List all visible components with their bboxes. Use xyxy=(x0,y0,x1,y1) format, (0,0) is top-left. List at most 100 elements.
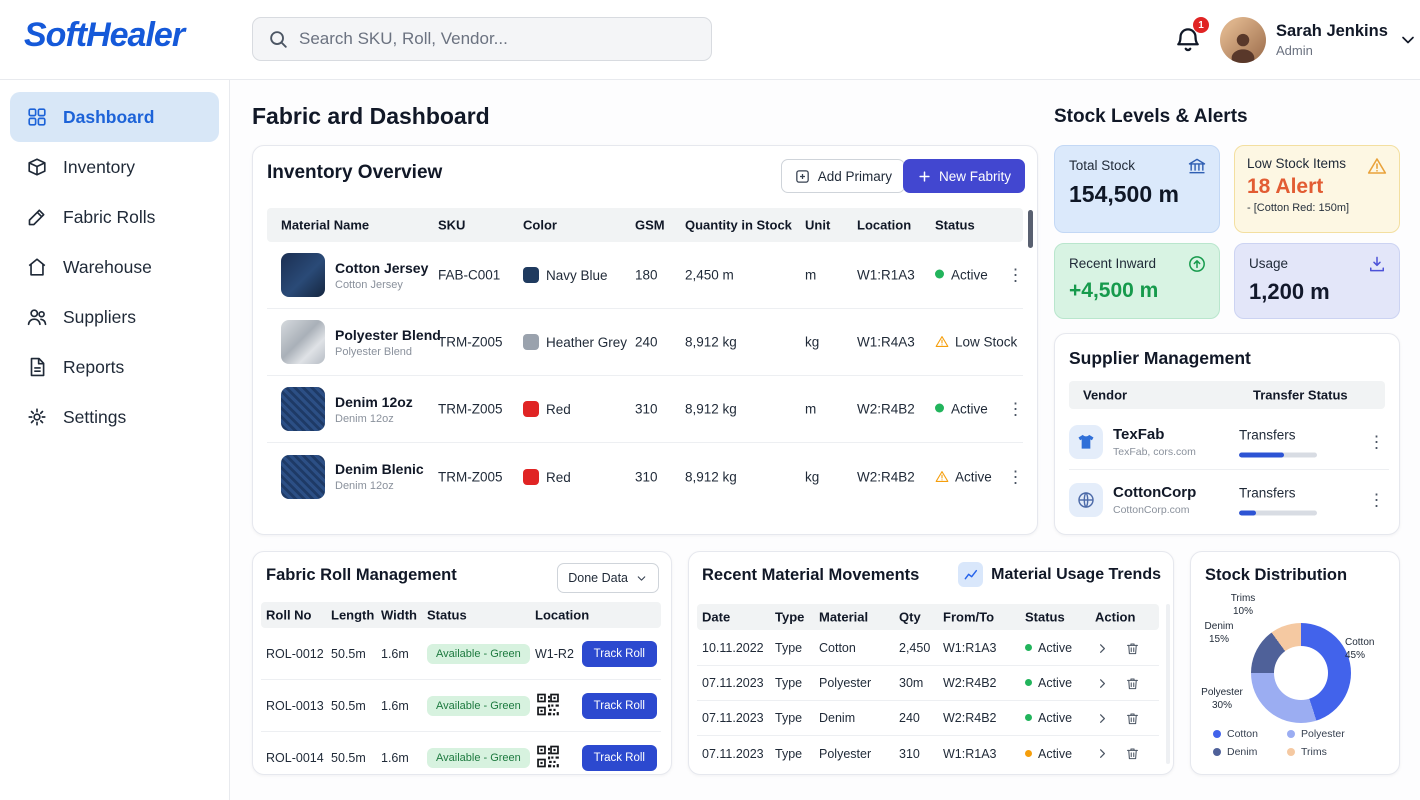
column-header: Unit xyxy=(805,218,830,233)
movement-material: Polyester xyxy=(819,676,871,690)
sidebar-item-label: Suppliers xyxy=(63,307,136,328)
transfer-label: Transfers xyxy=(1239,427,1296,442)
row-menu-button[interactable]: ⋮ xyxy=(1368,433,1385,450)
transfer-progress-bar xyxy=(1239,452,1317,457)
sidebar-item-label: Fabric Rolls xyxy=(63,207,155,228)
table-row: ROL-0012 50.5m 1.6m Available - Green W1… xyxy=(261,628,661,680)
column-header: Date xyxy=(702,610,730,625)
column-header: Width xyxy=(381,608,417,623)
table-row: Denim Blenic Denim 12oz TRM-Z005 Red 310… xyxy=(267,443,1023,510)
location-value: W2:R4B2 xyxy=(857,402,915,417)
stat-value: +4,500 m xyxy=(1069,279,1205,303)
document-icon xyxy=(26,356,48,378)
movement-type: Type xyxy=(775,676,802,690)
transfer-progress-bar xyxy=(1239,511,1317,516)
vendor-subtitle: TexFab, cors.com xyxy=(1113,446,1196,458)
expand-row-button[interactable] xyxy=(1095,746,1110,762)
delete-row-button[interactable] xyxy=(1125,675,1140,691)
table-row: 07.11.2023 Type Denim 240 W2:R4B2 Active xyxy=(697,701,1159,736)
movement-fromto: W1:R1A3 xyxy=(943,747,997,761)
chart-legend: Cotton Polyester Denim Trims xyxy=(1213,728,1383,758)
add-primary-label: Add Primary xyxy=(818,169,892,184)
color-name: Navy Blue xyxy=(546,268,608,283)
row-menu-button[interactable]: ⋮ xyxy=(1368,492,1385,509)
fabric-thumbnail xyxy=(281,455,325,499)
table-scrollbar[interactable] xyxy=(1166,604,1170,764)
location-value: W1:R1A3 xyxy=(857,268,915,283)
sku-value: TRM-Z005 xyxy=(438,469,503,484)
donut-label-polyester: Polyester30% xyxy=(1193,686,1251,712)
chevron-right-icon xyxy=(1095,711,1110,726)
movement-fromto: W2:R4B2 xyxy=(943,676,997,690)
roll-length: 50.5m xyxy=(331,751,366,765)
color-name: Red xyxy=(546,402,571,417)
material-usage-trends-link[interactable]: Material Usage Trends xyxy=(958,562,1161,587)
sidebar-item-reports[interactable]: Reports xyxy=(10,342,219,392)
column-header: Status xyxy=(1025,610,1065,625)
sidebar-item-suppliers[interactable]: Suppliers xyxy=(10,292,219,342)
table-row: Polyester Blend Polyester Blend TRM-Z005… xyxy=(267,309,1023,376)
sidebar-item-dashboard[interactable]: Dashboard xyxy=(10,92,219,142)
sidebar-item-inventory[interactable]: Inventory xyxy=(10,142,219,192)
column-header: Type xyxy=(775,610,804,625)
new-fabric-button[interactable]: New Fabrity xyxy=(903,159,1025,193)
card-title: Supplier Management xyxy=(1069,348,1251,369)
row-menu-button[interactable]: ⋮ xyxy=(1007,468,1024,485)
sidebar-item-warehouse[interactable]: Warehouse xyxy=(10,242,219,292)
column-header: Quantity in Stock xyxy=(685,218,792,233)
row-menu-button[interactable]: ⋮ xyxy=(1007,401,1024,418)
table-row: Denim 12oz Denim 12oz TRM-Z005 Red 310 8… xyxy=(267,376,1023,443)
movement-date: 10.11.2022 xyxy=(702,641,764,655)
date-filter-dropdown[interactable]: Done Data xyxy=(557,563,659,593)
delete-row-button[interactable] xyxy=(1125,640,1140,656)
stock-donut xyxy=(1251,623,1351,723)
quantity-value: 8,912 kg xyxy=(685,335,737,350)
search-input[interactable] xyxy=(299,29,697,49)
movement-qty: 2,450 xyxy=(899,641,930,655)
quantity-value: 8,912 kg xyxy=(685,402,737,417)
color-swatch xyxy=(523,401,539,417)
card-title: Fabric Roll Management xyxy=(266,566,457,585)
add-primary-button[interactable]: Add Primary xyxy=(781,159,905,193)
pen-icon xyxy=(26,206,48,228)
new-fabric-label: New Fabrity xyxy=(939,169,1011,184)
recent-inward-card: Recent Inward +4,500 m xyxy=(1054,243,1220,319)
track-roll-button[interactable]: Track Roll xyxy=(582,745,657,771)
track-roll-button[interactable]: Track Roll xyxy=(582,641,657,667)
app-logo[interactable]: SoftHealer xyxy=(24,16,184,55)
users-icon xyxy=(26,306,48,328)
status-badge: Active xyxy=(935,268,988,283)
roll-number: ROL-0014 xyxy=(266,751,324,765)
transfer-label: Transfers xyxy=(1239,486,1296,501)
availability-badge: Available - Green xyxy=(427,748,530,768)
unit-value: kg xyxy=(805,335,819,350)
sidebar: Dashboard Inventory Fabric Rolls Warehou… xyxy=(0,80,230,800)
column-header: Location xyxy=(535,608,589,623)
notification-bell-button[interactable]: 1 xyxy=(1168,20,1210,62)
gsm-value: 240 xyxy=(635,335,658,350)
arrow-up-circle-icon xyxy=(1187,254,1207,274)
donut-label-cotton: Cotton45% xyxy=(1345,636,1393,662)
expand-row-button[interactable] xyxy=(1095,640,1110,656)
table-scrollbar[interactable] xyxy=(1028,210,1033,248)
delete-row-button[interactable] xyxy=(1125,746,1140,762)
vendor-icon xyxy=(1069,425,1103,459)
material-subtitle: Denim 12oz xyxy=(335,480,424,492)
row-menu-button[interactable]: ⋮ xyxy=(1007,267,1024,284)
trends-label: Material Usage Trends xyxy=(991,566,1161,584)
movement-material: Polyester xyxy=(819,747,871,761)
user-menu[interactable]: Sarah Jenkins Admin xyxy=(1220,12,1418,68)
material-subtitle: Polyester Blend xyxy=(335,346,441,358)
table-header: Roll No Length Width Status Location xyxy=(261,602,661,628)
stat-label: Low Stock Items xyxy=(1247,156,1387,171)
table-header: Date Type Material Qty From/To Status Ac… xyxy=(697,604,1159,630)
column-header: Color xyxy=(523,218,557,233)
expand-row-button[interactable] xyxy=(1095,675,1110,691)
delete-row-button[interactable] xyxy=(1125,710,1140,726)
low-stock-card: Low Stock Items 18 Alert - [Cotton Red: … xyxy=(1234,145,1400,233)
expand-row-button[interactable] xyxy=(1095,710,1110,726)
sidebar-item-settings[interactable]: Settings xyxy=(10,392,219,442)
warning-icon xyxy=(935,469,949,483)
track-roll-button[interactable]: Track Roll xyxy=(582,693,657,719)
sidebar-item-fabric-rolls[interactable]: Fabric Rolls xyxy=(10,192,219,242)
